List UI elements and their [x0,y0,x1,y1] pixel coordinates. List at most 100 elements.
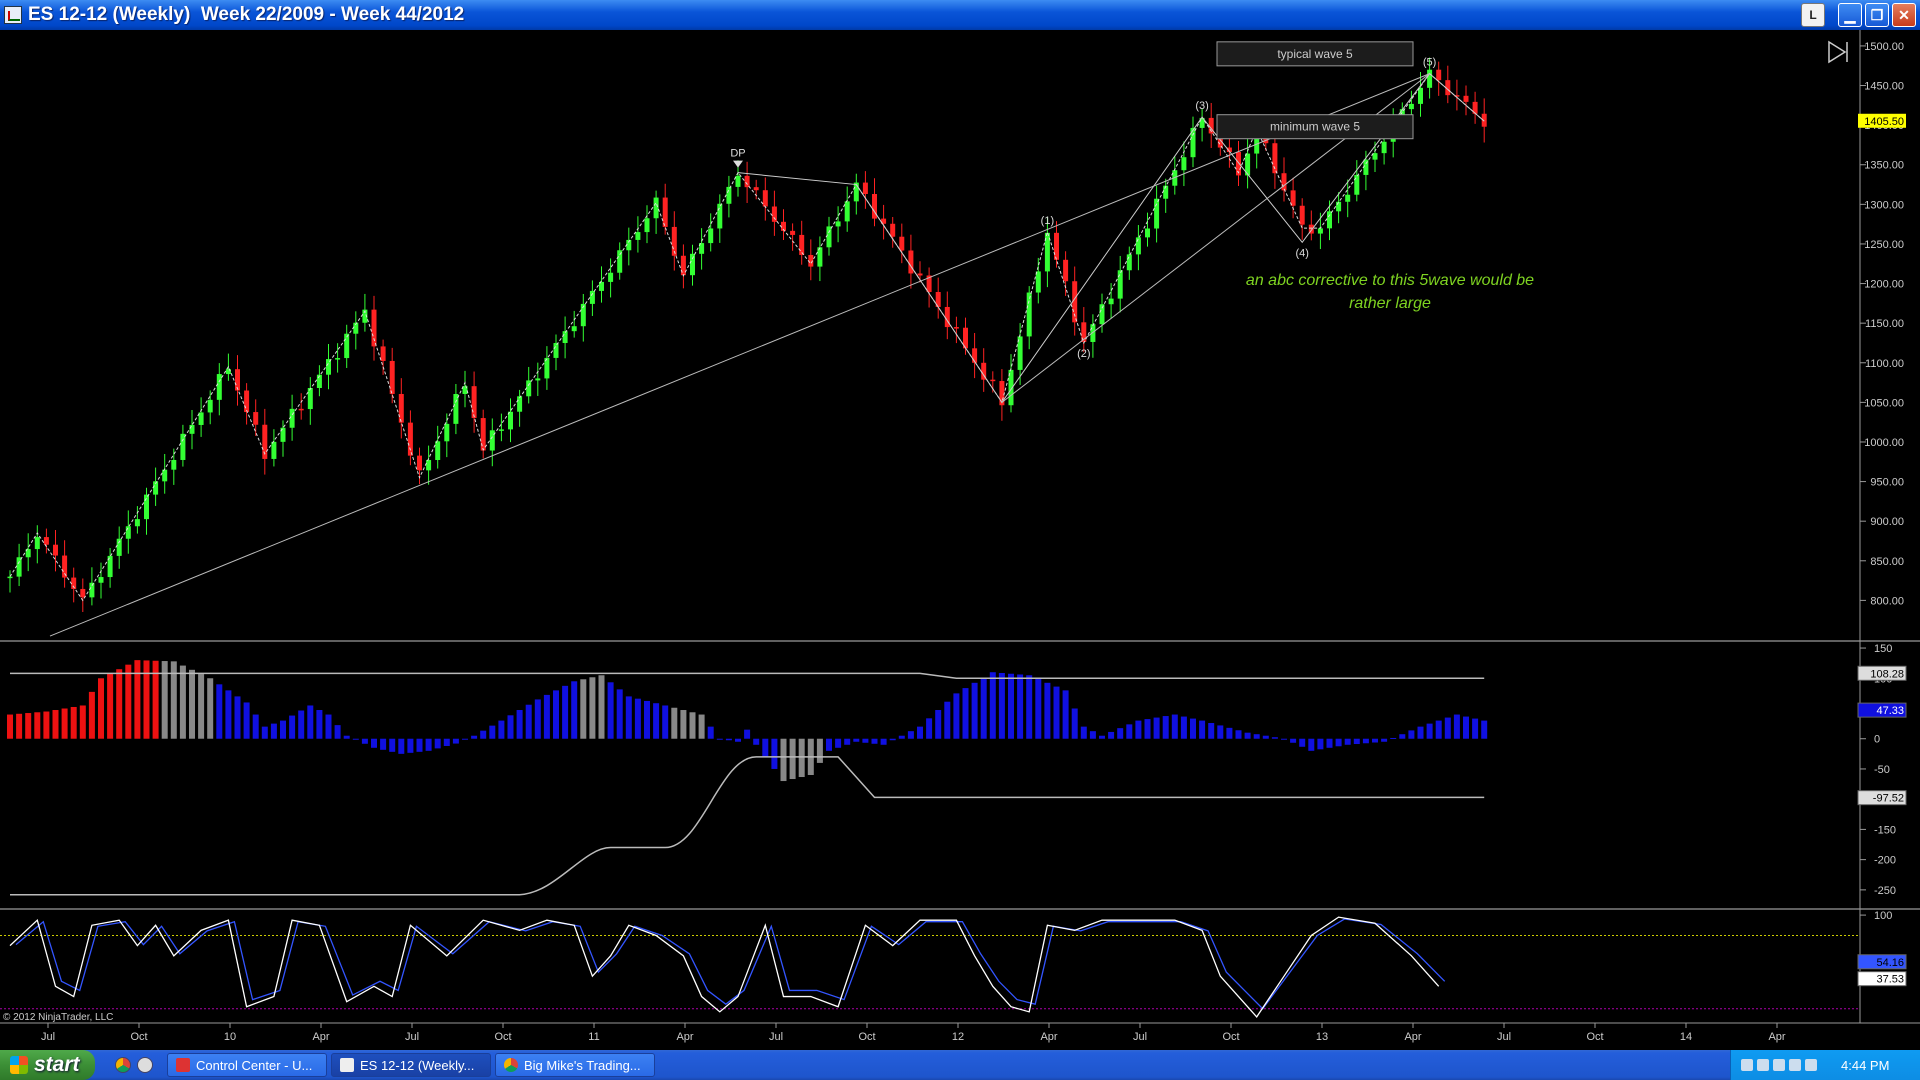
candle-body [398,393,404,423]
candle-body [444,423,450,442]
histogram-bar [507,715,514,739]
candle-body [717,203,723,229]
minimize-button[interactable]: ▁ [1838,3,1862,27]
histogram-bar [1053,686,1060,739]
histogram-bar [216,684,223,739]
task-big-mikes[interactable]: Big Mike's Trading... [495,1053,655,1077]
candle-body [553,343,559,358]
histogram-bar [280,720,286,739]
histogram-bar [1390,737,1397,739]
volume-icon[interactable] [1789,1059,1801,1071]
histogram-bar [352,738,359,740]
dp-marker-icon [733,160,743,168]
link-button[interactable]: L [1801,3,1825,27]
histogram-bar [771,738,778,769]
candle-body [1436,69,1442,81]
histogram-bar [753,738,760,745]
ie-icon[interactable] [137,1057,153,1073]
chrome-icon[interactable] [115,1057,131,1073]
histogram-bar [225,690,232,739]
histogram-bar [443,738,450,746]
candle-body [817,247,823,267]
histogram-bar [980,677,987,739]
histogram-bar [43,711,50,739]
histogram-bar [780,738,787,782]
start-button[interactable]: start [0,1050,95,1080]
tray-app-icon[interactable] [1757,1059,1769,1071]
candle-body [917,273,923,276]
candle-body [16,557,22,577]
candle-body [80,588,86,598]
histogram-bar [1399,734,1406,739]
histogram-bar [835,738,842,748]
histogram-bar [298,710,305,739]
histogram-bar [744,729,751,739]
histogram-bar [1217,725,1224,739]
task-control-center[interactable]: Control Center - U... [167,1053,327,1077]
candle-body [690,253,695,276]
candle-body [844,201,850,222]
clock: 4:44 PM [1841,1057,1890,1073]
histogram-bar [34,712,41,739]
histogram-bar [1463,716,1469,739]
hist-tick-label: 0 [1874,734,1880,746]
histogram-bar [716,738,723,740]
candle-body [435,441,441,461]
candle-body [1463,95,1469,102]
time-tick-label: Oct [494,1031,511,1043]
chart-area[interactable]: 800.00 850.00 900.00 950.00 1000.00 1050.00 11… [0,30,1920,1050]
candle-body [862,182,868,195]
histogram-bar [1162,716,1169,739]
histogram-bar [853,738,860,742]
histogram-bar [343,735,350,739]
histogram-bar [798,738,805,778]
histogram-bar [88,691,95,739]
price-chart[interactable]: 800.00 850.00 900.00 950.00 1000.00 1050.00 11… [0,30,1920,1050]
histogram-bar [571,681,578,739]
candle-body [207,399,213,413]
histogram-bar [607,682,614,739]
candle-body [826,226,832,248]
histogram-bar [698,714,705,739]
histogram-bar [680,710,687,739]
task-es-chart[interactable]: ES 12-12 (Weekly... [331,1053,491,1077]
histogram-bar [1099,735,1105,739]
histogram-bar [152,660,159,739]
histogram-bar [498,720,505,739]
histogram-bar [662,705,669,739]
histogram-bar [616,689,623,739]
histogram-bar [598,675,605,739]
histogram-bar [953,693,960,739]
tray-app-icon[interactable] [1741,1059,1753,1071]
histogram-bar [826,738,832,751]
candle-body [908,250,914,274]
price-tick-label: 950.00 [1870,477,1904,489]
maximize-button[interactable]: ❐ [1865,3,1889,27]
candle-body [1054,232,1059,260]
histogram-bar [371,738,377,748]
candle-body [708,228,714,244]
candle-body [162,469,168,482]
indicator-readout-label: 47.33 [1876,705,1904,717]
histogram-bar [1089,731,1096,739]
histogram-bar [1299,738,1306,747]
close-button[interactable]: ✕ [1892,3,1916,27]
time-tick-label: 13 [1316,1031,1328,1043]
candle-body [662,197,668,227]
candle-body [498,429,504,431]
histogram-bar [307,705,314,739]
candle-body [1418,87,1423,104]
network-icon[interactable] [1805,1059,1817,1071]
histogram-bar [107,673,114,739]
histogram-bar [434,738,441,749]
price-tick-label: 1000.00 [1864,437,1904,449]
histogram-bar [689,712,696,739]
histogram-bar [671,707,678,739]
tray-app-icon[interactable] [1773,1059,1785,1071]
candle-body [1108,298,1114,305]
histogram-bar [580,679,587,739]
candle-body [144,494,149,520]
histogram-bar [70,706,77,739]
histogram-bar [198,674,205,739]
histogram-bar [316,710,323,739]
